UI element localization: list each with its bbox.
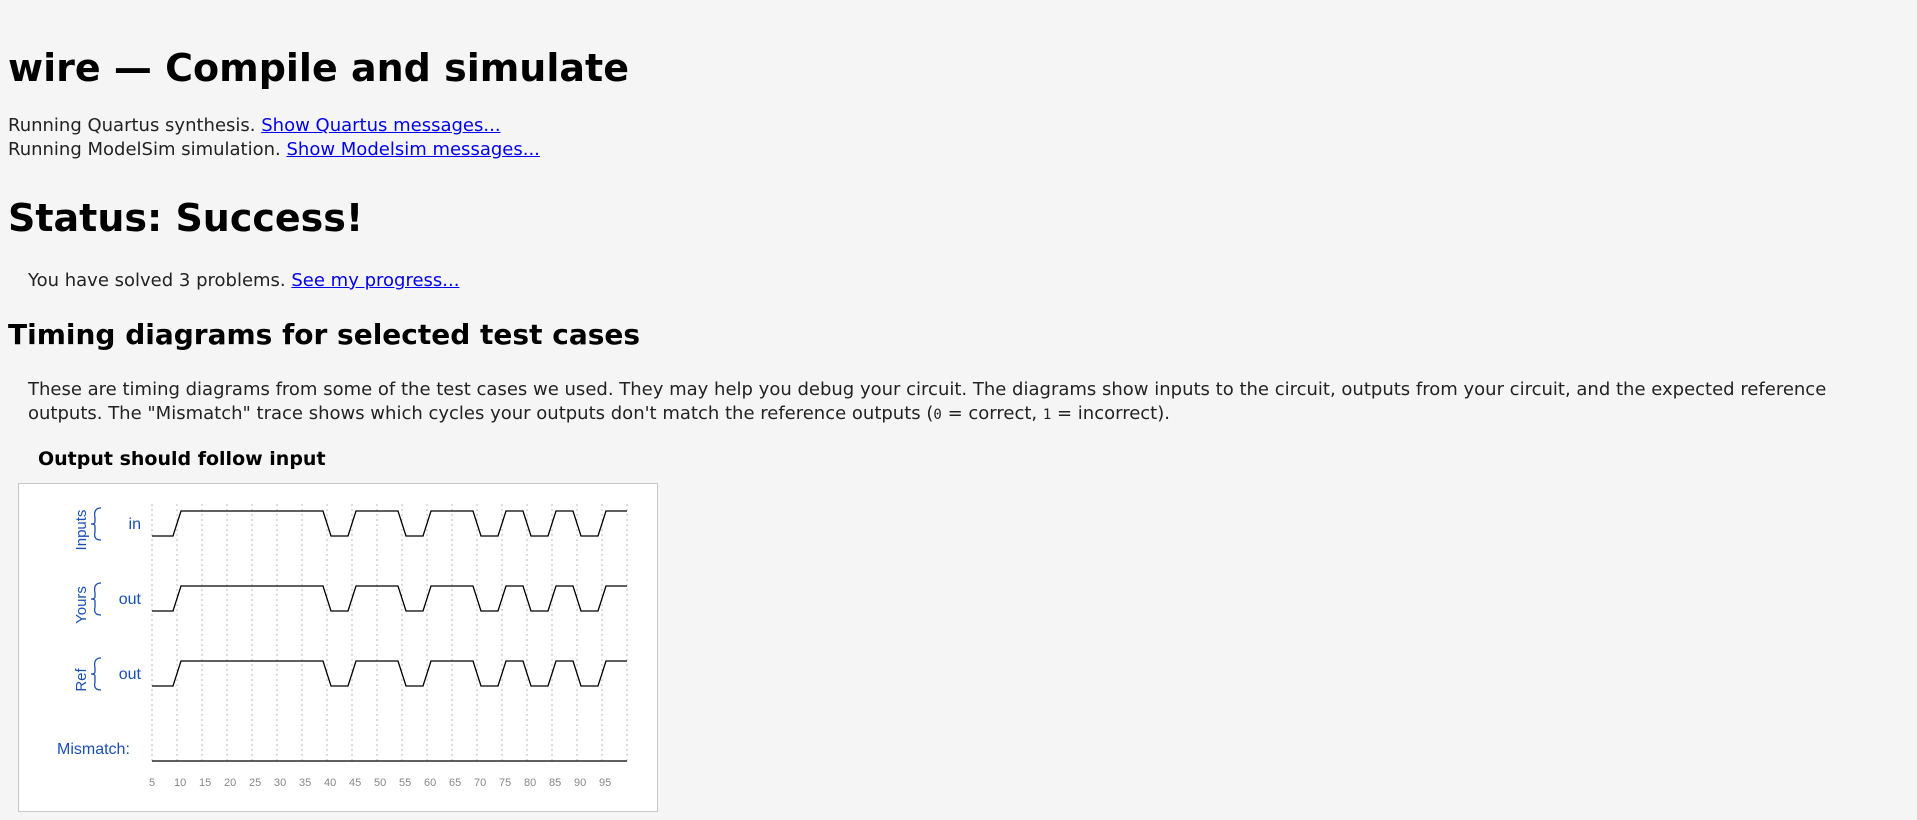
waveform-yours-out (152, 585, 627, 612)
time-tick-label: 40 (324, 777, 336, 789)
quartus-status-line: Running Quartus synthesis. Show Quartus … (8, 114, 501, 138)
time-tick-label: 90 (574, 777, 586, 789)
time-tick-label: 65 (449, 777, 461, 789)
progress-line: You have solved 3 problems. See my progr… (28, 269, 459, 293)
timing-diagrams-heading: Timing diagrams for selected test cases (8, 318, 641, 351)
time-tick-label: 35 (299, 777, 311, 789)
group-brace (90, 582, 102, 616)
time-tick-label: 85 (549, 777, 561, 789)
group-brace (90, 657, 102, 691)
status-heading: Status: Success! (8, 196, 364, 240)
time-tick-label: 55 (399, 777, 411, 789)
time-tick-label: 70 (474, 777, 486, 789)
modelsim-status-line: Running ModelSim simulation. Show Models… (8, 138, 540, 162)
page: wire — Compile and simulate Running Quar… (0, 0, 1917, 820)
group-label-ref: Ref (73, 667, 90, 691)
time-tick-label: 20 (224, 777, 236, 789)
time-tick-label: 45 (349, 777, 361, 789)
see-my-progress-link[interactable]: See my progress... (291, 270, 459, 291)
description-text-1: These are timing diagrams from some of t… (28, 379, 1827, 424)
time-tick-label: 30 (274, 777, 286, 789)
time-tick-label: 80 (524, 777, 536, 789)
time-tick-label: 15 (199, 777, 211, 789)
quartus-status-text: Running Quartus synthesis. (8, 115, 262, 136)
page-title: wire — Compile and simulate (8, 46, 629, 90)
description-text-2: = correct, (941, 403, 1043, 424)
time-tick-label: 25 (249, 777, 261, 789)
time-tick-label: 60 (424, 777, 436, 789)
time-tick-label: 10 (174, 777, 186, 789)
group-label-yours: Yours (73, 586, 90, 624)
description-text-3: = incorrect). (1051, 403, 1170, 424)
mismatch-label: Mismatch: (57, 741, 130, 758)
progress-text: You have solved 3 problems. (28, 270, 292, 291)
show-quartus-messages-link[interactable]: Show Quartus messages... (261, 115, 500, 136)
time-tick-label: 5 (149, 777, 155, 789)
waveform-inputs-in (152, 510, 627, 537)
timing-diagram-svg: 5 10 15 20 25 30 35 40 45 50 55 60 65 70 75 80 85 90 95 Inp… (57, 504, 628, 789)
time-tick-label: 75 (499, 777, 511, 789)
waveform-ref-out (152, 660, 627, 687)
group-brace (90, 507, 102, 541)
group-label-inputs: Inputs (73, 510, 90, 551)
code-zero: 0 (933, 407, 942, 423)
time-tick-label: 95 (599, 777, 611, 789)
show-modelsim-messages-link[interactable]: Show Modelsim messages... (286, 139, 539, 160)
modelsim-status-text: Running ModelSim simulation. (8, 139, 287, 160)
time-tick-label: 50 (374, 777, 386, 789)
timing-diagram: 5 10 15 20 25 30 35 40 45 50 55 60 65 70 75 80 85 90 95 Inp… (18, 483, 658, 812)
signal-label-out: out (119, 666, 142, 683)
timing-description: These are timing diagrams from some of t… (28, 378, 1868, 427)
signal-label-out: out (119, 591, 142, 608)
test-case-title: Output should follow input (38, 448, 326, 470)
signal-label-in: in (129, 516, 141, 533)
